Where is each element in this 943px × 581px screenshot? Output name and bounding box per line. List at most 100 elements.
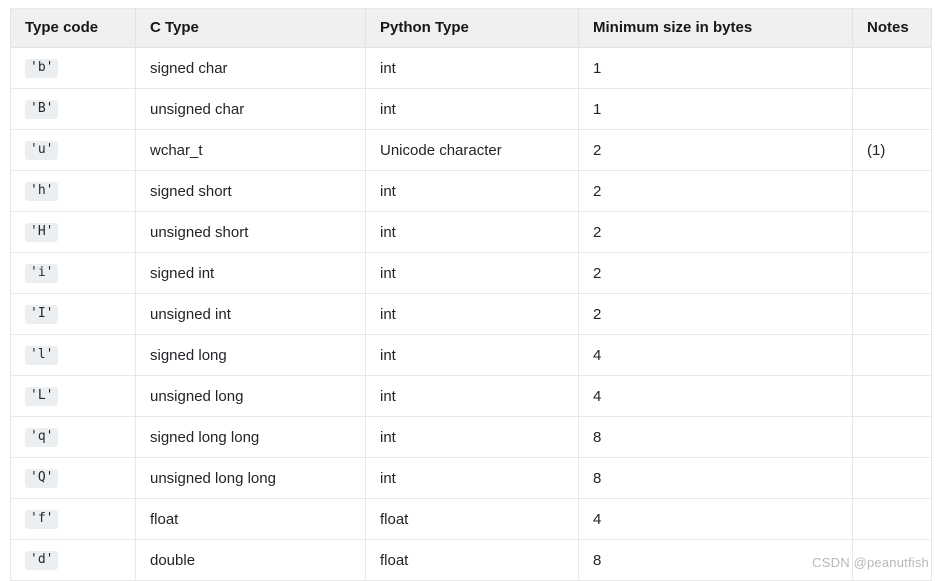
cell-python-type: int: [365, 416, 579, 458]
table-row: 'B' unsigned char int 1: [10, 88, 932, 130]
table-header: Type code C Type Python Type Minimum siz…: [10, 8, 932, 48]
column-header-notes: Notes: [852, 8, 932, 48]
table-body: 'b' signed char int 1 'B' unsigned char int 1'u…: [10, 47, 932, 581]
cell-minimum-size: 2: [578, 293, 853, 335]
cell-type-code: 'Q': [10, 457, 136, 499]
column-header-minimum-size: Minimum size in bytes: [578, 8, 853, 48]
type-code-badge: 'd': [25, 550, 59, 571]
cell-minimum-size: 2: [578, 129, 853, 171]
watermark: CSDN @peanutfish: [812, 555, 929, 570]
type-code-badge: 'u': [25, 140, 59, 161]
table-row: 'l' signed long int 4: [10, 334, 932, 376]
cell-python-type: int: [365, 170, 579, 212]
cell-notes: (1): [852, 129, 932, 171]
cell-c-type: wchar_t: [135, 129, 366, 171]
type-code-badge: 'H': [25, 222, 59, 243]
cell-type-code: 'u': [10, 129, 136, 171]
cell-notes: [852, 498, 932, 540]
cell-notes: [852, 252, 932, 294]
cell-minimum-size: 4: [578, 334, 853, 376]
cell-notes: [852, 416, 932, 458]
cell-minimum-size: 4: [578, 498, 853, 540]
cell-c-type: unsigned int: [135, 293, 366, 335]
table-row: 'q' signed long long int 8: [10, 416, 932, 458]
cell-type-code: 'f': [10, 498, 136, 540]
cell-minimum-size: 4: [578, 375, 853, 417]
cell-c-type: signed long: [135, 334, 366, 376]
type-code-badge: 'l': [25, 345, 59, 366]
cell-type-code: 'H': [10, 211, 136, 253]
cell-type-code: 'i': [10, 252, 136, 294]
table-header-row: Type code C Type Python Type Minimum siz…: [10, 8, 932, 48]
cell-minimum-size: 8: [578, 416, 853, 458]
column-header-type-code: Type code: [10, 8, 136, 48]
table-row: 'i' signed int int 2: [10, 252, 932, 294]
cell-python-type: int: [365, 47, 579, 89]
cell-type-code: 'b': [10, 47, 136, 89]
column-header-python-type: Python Type: [365, 8, 579, 48]
table-row: 'Q' unsigned long long int 8: [10, 457, 932, 499]
cell-c-type: signed int: [135, 252, 366, 294]
cell-c-type: unsigned short: [135, 211, 366, 253]
cell-type-code: 'q': [10, 416, 136, 458]
cell-notes: [852, 293, 932, 335]
cell-type-code: 'l': [10, 334, 136, 376]
cell-notes: [852, 88, 932, 130]
type-code-badge: 'i': [25, 263, 59, 284]
table-row: 'f' float float 4: [10, 498, 932, 540]
cell-python-type: int: [365, 334, 579, 376]
type-code-badge: 'h': [25, 181, 59, 202]
cell-c-type: unsigned char: [135, 88, 366, 130]
cell-notes: [852, 334, 932, 376]
cell-c-type: unsigned long: [135, 375, 366, 417]
type-code-badge: 'B': [25, 99, 59, 120]
cell-notes: [852, 170, 932, 212]
cell-type-code: 'B': [10, 88, 136, 130]
cell-python-type: float: [365, 498, 579, 540]
table-row: 'd' double float 8: [10, 539, 932, 581]
cell-c-type: signed short: [135, 170, 366, 212]
type-code-badge: 'f': [25, 509, 59, 530]
cell-c-type: signed long long: [135, 416, 366, 458]
cell-python-type: float: [365, 539, 579, 581]
type-code-badge: 'b': [25, 58, 59, 79]
cell-python-type: Unicode character: [365, 129, 579, 171]
cell-python-type: int: [365, 293, 579, 335]
type-code-badge: 'L': [25, 386, 59, 407]
column-header-c-type: C Type: [135, 8, 366, 48]
cell-c-type: double: [135, 539, 366, 581]
type-code-table-container: Type code C Type Python Type Minimum siz…: [10, 8, 932, 581]
cell-python-type: int: [365, 211, 579, 253]
cell-type-code: 'I': [10, 293, 136, 335]
cell-notes: [852, 375, 932, 417]
cell-notes: [852, 211, 932, 253]
cell-python-type: int: [365, 252, 579, 294]
cell-minimum-size: 8: [578, 457, 853, 499]
cell-minimum-size: 2: [578, 170, 853, 212]
cell-minimum-size: 1: [578, 88, 853, 130]
type-code-badge: 'q': [25, 427, 59, 448]
type-code-badge: 'I': [25, 304, 59, 325]
type-code-badge: 'Q': [25, 468, 59, 489]
table-row: 'u' wchar_t Unicode character 2 (1): [10, 129, 932, 171]
cell-c-type: float: [135, 498, 366, 540]
table-row: 'b' signed char int 1: [10, 47, 932, 89]
table-row: 'H' unsigned short int 2: [10, 211, 932, 253]
cell-type-code: 'd': [10, 539, 136, 581]
cell-type-code: 'L': [10, 375, 136, 417]
cell-c-type: unsigned long long: [135, 457, 366, 499]
table-row: 'L' unsigned long int 4: [10, 375, 932, 417]
cell-c-type: signed char: [135, 47, 366, 89]
table-row: 'h' signed short int 2: [10, 170, 932, 212]
cell-type-code: 'h': [10, 170, 136, 212]
cell-minimum-size: 1: [578, 47, 853, 89]
cell-minimum-size: 2: [578, 211, 853, 253]
cell-minimum-size: 2: [578, 252, 853, 294]
table-row: 'I' unsigned int int 2: [10, 293, 932, 335]
cell-notes: [852, 457, 932, 499]
cell-python-type: int: [365, 375, 579, 417]
type-code-table: Type code C Type Python Type Minimum siz…: [10, 8, 932, 581]
cell-python-type: int: [365, 88, 579, 130]
cell-python-type: int: [365, 457, 579, 499]
cell-notes: [852, 47, 932, 89]
